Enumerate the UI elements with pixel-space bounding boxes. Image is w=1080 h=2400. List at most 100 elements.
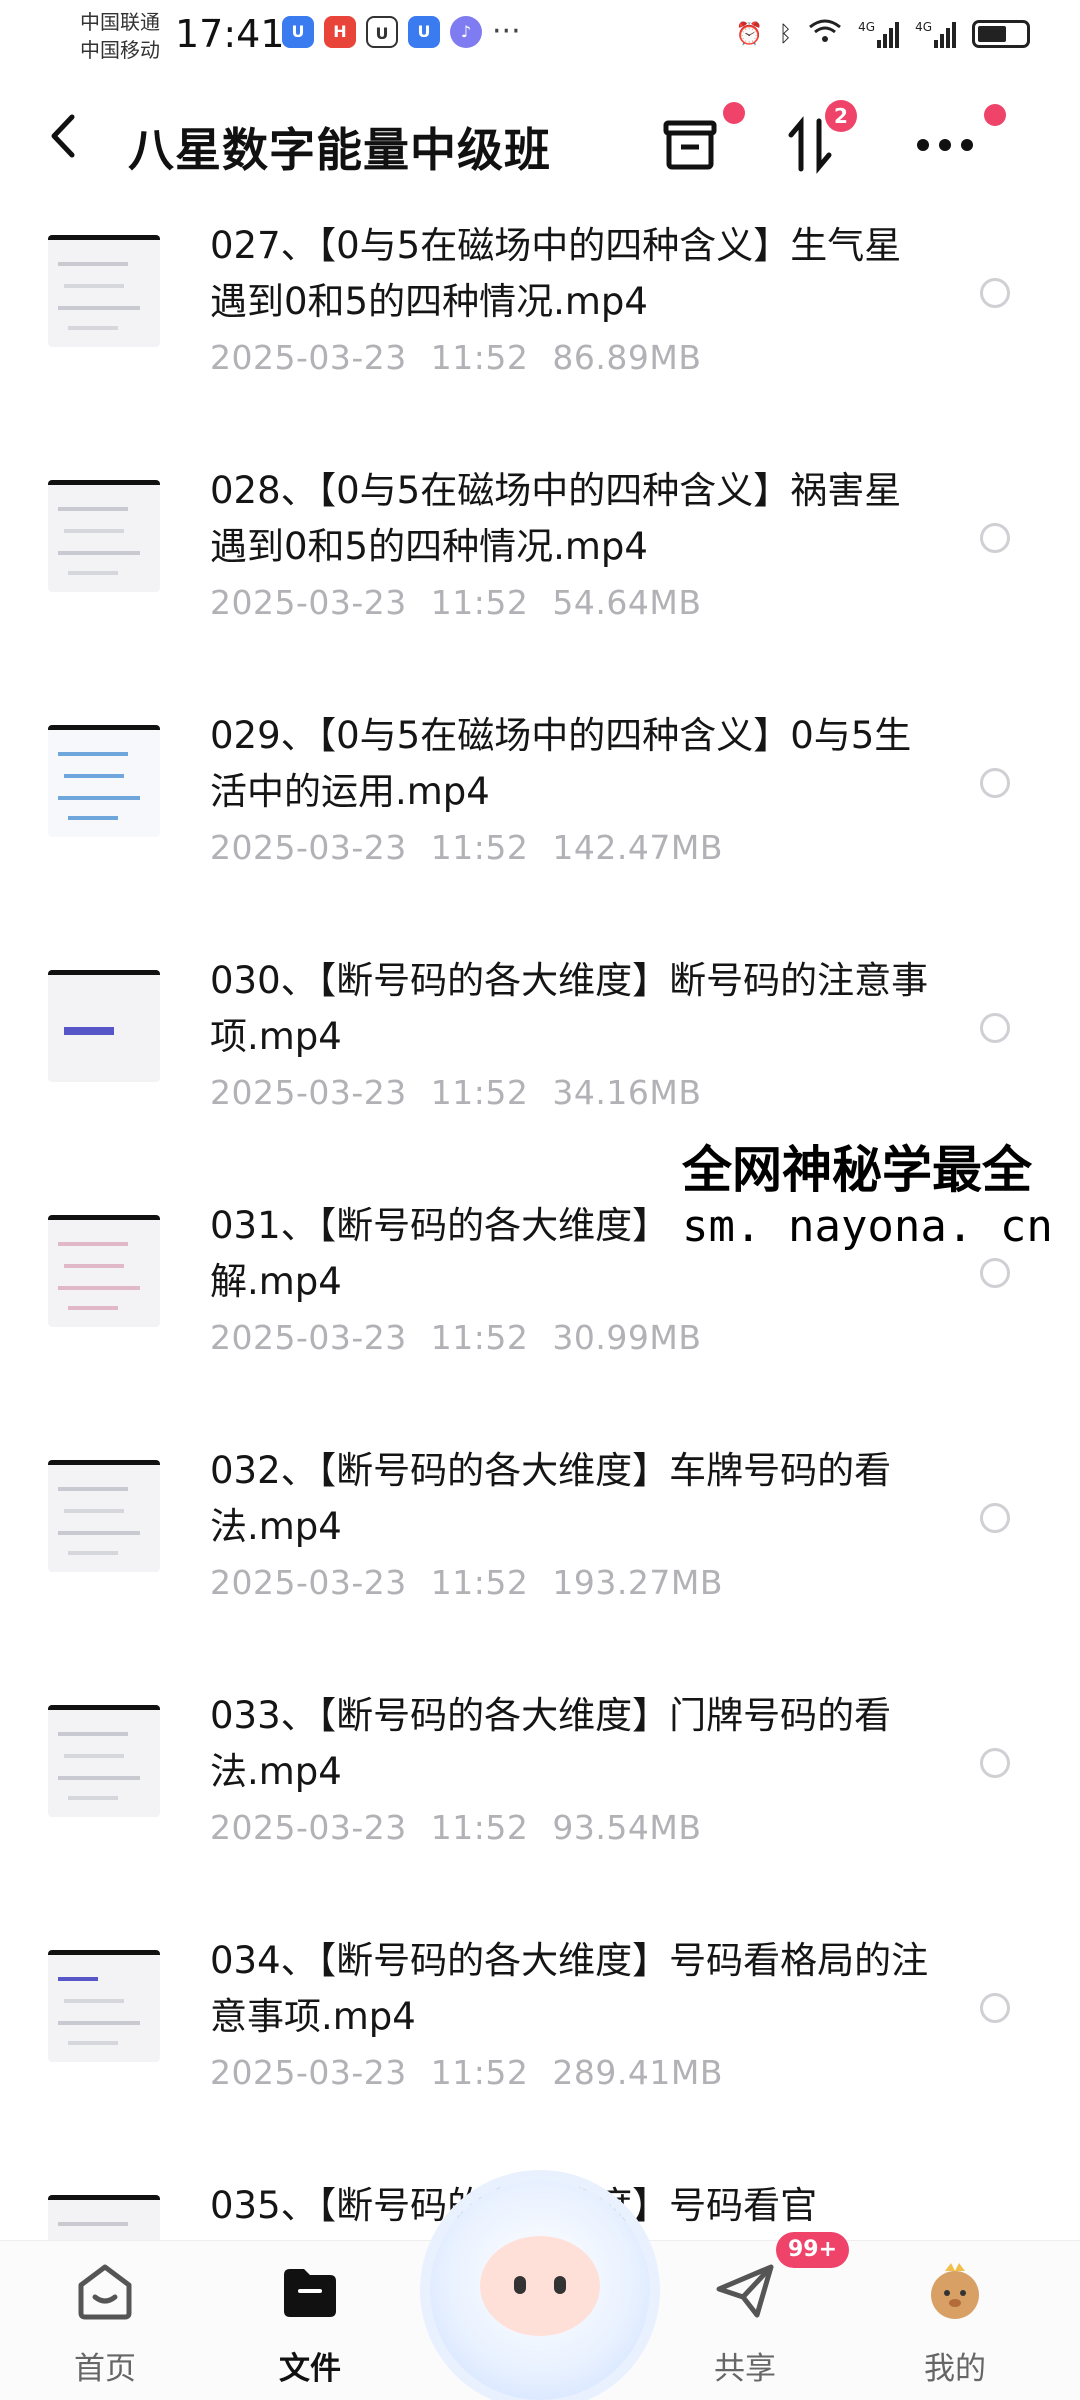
select-radio[interactable] [980, 1993, 1010, 2023]
file-time: 11:52 [430, 1808, 529, 1847]
top-app-bar: 八星数字能量中级班 2 [0, 80, 1080, 210]
file-size: 34.16MB [552, 1073, 702, 1112]
more-horizontal-icon [917, 139, 973, 151]
file-row[interactable]: 033、【断号码的各大维度】门牌号码的看法.mp4 2025-03-23 11:5… [0, 1680, 1080, 1925]
video-thumbnail [48, 1950, 160, 2062]
carrier-2: 中国移动 [80, 38, 160, 62]
file-date: 2025-03-23 [210, 583, 407, 622]
net-type-2: 4G [915, 20, 932, 34]
select-radio[interactable] [980, 1503, 1010, 1533]
file-meta: 2025-03-23 11:52 54.64MB [210, 583, 701, 622]
file-time: 11:52 [430, 828, 529, 867]
music-notify-icon: ♪ [450, 16, 482, 48]
file-name: 030、【断号码的各大维度】断号码的注意事项.mp4 [210, 959, 929, 1058]
file-name: 029、【0与5在磁场中的四种含义】0与5生活中的运用.mp4 [210, 714, 912, 813]
carrier-1: 中国联通 [80, 10, 160, 34]
nav-mine-label: 我的 [924, 2351, 986, 2387]
nav-mine[interactable]: 我的 [885, 2259, 1025, 2388]
file-date: 2025-03-23 [210, 1073, 407, 1112]
select-radio[interactable] [980, 768, 1010, 798]
send-icon [716, 2264, 774, 2318]
mascot-face-icon [480, 2236, 600, 2336]
archive-icon [663, 120, 717, 170]
file-row[interactable]: 034、【断号码的各大维度】号码看格局的注意事项.mp4 2025-03-23 1… [0, 1925, 1080, 2170]
select-radio[interactable] [980, 523, 1010, 553]
file-meta: 2025-03-23 11:52 289.41MB [210, 2053, 723, 2092]
net-type-1: 4G [858, 20, 876, 34]
file-row[interactable]: 028、【0与5在磁场中的四种含义】祸害星遇到0和5的四种情况.mp4 2025… [0, 455, 1080, 700]
file-meta: 2025-03-23 11:52 193.27MB [210, 1563, 723, 1602]
file-size: 289.41MB [552, 2053, 723, 2092]
file-row[interactable]: 027、【0与5在磁场中的四种含义】生气星遇到0和5的四种情况.mp4 2025… [0, 210, 1080, 455]
signal-1-icon: 4G [858, 20, 900, 48]
app-notify-icon: U [282, 16, 314, 48]
more-options-button[interactable] [910, 104, 1006, 180]
nav-share[interactable]: 共享 [675, 2259, 815, 2388]
avatar-icon [931, 2263, 979, 2319]
file-row[interactable]: 029、【0与5在磁场中的四种含义】0与5生活中的运用.mp4 2025-03-… [0, 700, 1080, 945]
nav-share-label: 共享 [714, 2351, 776, 2387]
battery-icon [972, 20, 1030, 48]
huawei-notify-icon: H [324, 16, 356, 48]
file-size: 93.54MB [552, 1808, 702, 1847]
file-meta: 2025-03-23 11:52 34.16MB [210, 1073, 701, 1112]
file-date: 2025-03-23 [210, 1318, 407, 1357]
more-notifications-icon: ··· [492, 14, 521, 49]
app-notify-icon: U [366, 16, 398, 48]
video-thumbnail [48, 235, 160, 347]
nav-home-label: 首页 [74, 2351, 136, 2387]
file-date: 2025-03-23 [210, 2053, 407, 2092]
file-name-part-1: 031、【断号码的各大维度】 [210, 1204, 670, 1247]
system-icons: ⏰ ᛒ 4G 4G [736, 18, 1030, 50]
page-title: 八星数字能量中级班 [128, 123, 551, 177]
file-time: 11:52 [430, 583, 529, 622]
share-badge: 99+ [776, 2232, 850, 2268]
watermark-overlay: 全网神秘学最全 sm. nayona. cn [676, 1135, 1059, 1257]
nav-files-label: 文件 [279, 2351, 341, 2387]
file-size: 30.99MB [552, 1318, 702, 1357]
file-name: 027、【0与5在磁场中的四种含义】生气星遇到0和5的四种情况.mp4 [210, 224, 902, 323]
file-name: 032、【断号码的各大维度】车牌号码的看法.mp4 [210, 1449, 892, 1548]
file-meta: 2025-03-23 11:52 93.54MB [210, 1808, 701, 1847]
video-thumbnail [48, 1215, 160, 1327]
notification-dot [723, 102, 745, 124]
file-meta: 2025-03-23 11:52 86.89MB [210, 338, 701, 377]
assistant-mascot-button[interactable] [430, 2180, 650, 2400]
bluetooth-icon: ᛒ [778, 21, 793, 47]
select-radio[interactable] [980, 1013, 1010, 1043]
signal-2-icon: 4G [915, 20, 956, 48]
carrier-info: 中国联通 中国移动 [80, 8, 160, 64]
file-meta: 2025-03-23 11:52 142.47MB [210, 828, 723, 867]
select-radio[interactable] [980, 1258, 1010, 1288]
file-meta: 2025-03-23 11:52 30.99MB [210, 1318, 701, 1357]
transfer-badge: 2 [825, 100, 857, 132]
nav-home[interactable]: 首页 [35, 2259, 175, 2388]
file-time: 11:52 [430, 2053, 529, 2092]
file-time: 11:52 [430, 1073, 529, 1112]
file-size: 142.47MB [552, 828, 723, 867]
select-radio[interactable] [980, 278, 1010, 308]
video-thumbnail [48, 725, 160, 837]
nav-files[interactable]: 文件 [240, 2259, 380, 2388]
file-time: 11:52 [430, 1563, 529, 1602]
back-button[interactable] [48, 112, 78, 172]
notification-dot [984, 104, 1006, 126]
file-date: 2025-03-23 [210, 828, 407, 867]
notification-icons: U H U U ♪ ··· [282, 16, 521, 48]
status-time: 17:41 [175, 12, 285, 56]
file-name: 028、【0与5在磁场中的四种含义】祸害星遇到0和5的四种情况.mp4 [210, 469, 902, 568]
file-name: 034、【断号码的各大维度】号码看格局的注意事项.mp4 [210, 1939, 929, 2038]
transfer-button[interactable]: 2 [775, 100, 857, 180]
status-bar: 中国联通 中国移动 17:41 U H U U ♪ ··· ⏰ ᛒ 4G 4G [0, 0, 1080, 80]
chevron-left-icon [51, 114, 75, 158]
file-row[interactable]: 032、【断号码的各大维度】车牌号码的看法.mp4 2025-03-23 11:5… [0, 1435, 1080, 1680]
select-radio[interactable] [980, 1748, 1010, 1778]
archive-button[interactable] [655, 102, 745, 180]
video-thumbnail [48, 1705, 160, 1817]
alarm-icon: ⏰ [735, 21, 763, 47]
watermark-line-1: 全网神秘学最全 [682, 1141, 1032, 1199]
file-date: 2025-03-23 [210, 338, 407, 377]
video-thumbnail [48, 970, 160, 1082]
file-list: 027、【0与5在磁场中的四种含义】生气星遇到0和5的四种情况.mp4 2025… [0, 210, 1080, 2400]
file-date: 2025-03-23 [210, 1808, 407, 1847]
